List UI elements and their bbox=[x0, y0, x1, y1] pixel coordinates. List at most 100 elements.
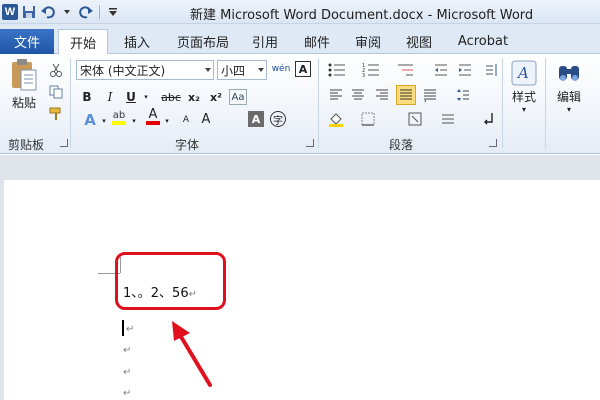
sort-icon[interactable] bbox=[484, 62, 500, 78]
shrink-font-text: A bbox=[182, 115, 190, 125]
superscript-button[interactable]: x² bbox=[207, 88, 225, 106]
editing-button[interactable]: 编辑 ▾ bbox=[552, 60, 586, 114]
editing-label: 编辑 bbox=[556, 90, 581, 104]
paste-icon bbox=[12, 59, 37, 91]
word-logo-icon[interactable]: W bbox=[2, 4, 18, 20]
align-center-icon[interactable] bbox=[350, 87, 366, 103]
annotation-highlight-box bbox=[115, 252, 226, 310]
tab-review[interactable]: 审阅 bbox=[348, 29, 388, 54]
show-hide-marks-icon[interactable] bbox=[480, 111, 496, 127]
paste-button[interactable]: 粘贴 bbox=[6, 58, 42, 111]
copy-icon[interactable] bbox=[48, 84, 64, 100]
chevron-down-icon: ▾ bbox=[521, 105, 526, 114]
underline-dropdown-icon[interactable]: ▾ bbox=[142, 88, 150, 106]
qat-separator bbox=[99, 5, 100, 19]
chevron-down-icon bbox=[205, 68, 211, 72]
phonetic-guide-icon[interactable]: wén bbox=[271, 61, 291, 77]
tab-file[interactable]: 文件 bbox=[0, 29, 54, 54]
highlight-dropdown-icon[interactable]: ▾ bbox=[130, 112, 138, 130]
font-size-value: 小四 bbox=[221, 63, 246, 78]
format-painter-icon[interactable] bbox=[48, 106, 64, 122]
paragraph-group-label: 段落 bbox=[389, 138, 414, 152]
window-title: 新建 Microsoft Word Document.docx - Micros… bbox=[190, 8, 534, 23]
text-effects-icon[interactable]: A bbox=[80, 111, 100, 129]
redo-icon[interactable] bbox=[78, 4, 94, 20]
font-name-value: 宋体 (中文正文) bbox=[80, 63, 166, 78]
highlight-text: ab bbox=[112, 110, 126, 121]
clear-formatting-text: Aa bbox=[231, 91, 245, 103]
subscript-button[interactable]: x₂ bbox=[185, 88, 203, 106]
font-color-text: A bbox=[148, 107, 158, 122]
document-page[interactable] bbox=[4, 180, 600, 400]
cut-icon[interactable] bbox=[48, 62, 64, 78]
title-bar: W 新建 Microsoft Word Document.docx - Micr… bbox=[0, 0, 600, 24]
strikethrough-button[interactable]: abc bbox=[160, 88, 182, 106]
font-color-swatch bbox=[146, 121, 160, 125]
decrease-indent-icon[interactable] bbox=[433, 62, 449, 78]
character-border-text: A bbox=[298, 62, 308, 76]
enclose-characters-icon[interactable]: 字 bbox=[270, 111, 286, 127]
highlight-icon[interactable]: ab bbox=[110, 110, 128, 126]
styles-button[interactable]: A 样式 ▾ bbox=[508, 60, 540, 114]
undo-icon[interactable] bbox=[40, 4, 56, 20]
line-spacing-icon[interactable] bbox=[455, 87, 471, 103]
paragraph-launcher-icon[interactable] bbox=[489, 139, 497, 147]
text-cursor bbox=[122, 320, 124, 336]
tab-mailings[interactable]: 邮件 bbox=[297, 29, 337, 54]
highlight-swatch bbox=[112, 121, 126, 125]
annotation-arrow-icon bbox=[172, 321, 212, 387]
font-name-combo[interactable]: 宋体 (中文正文) bbox=[76, 60, 214, 80]
group-divider bbox=[318, 58, 319, 148]
distributed-icon[interactable] bbox=[422, 87, 438, 103]
chevron-down-icon: ▾ bbox=[566, 105, 571, 114]
font-color-dropdown-icon[interactable]: ▾ bbox=[163, 112, 171, 130]
character-shading-icon[interactable]: A bbox=[248, 111, 264, 127]
group-divider bbox=[70, 58, 71, 148]
clipboard-launcher-icon[interactable] bbox=[60, 139, 68, 147]
font-group-label: 字体 bbox=[175, 138, 200, 152]
enclose-characters-text: 字 bbox=[273, 115, 283, 127]
font-size-combo[interactable]: 小四 bbox=[217, 60, 267, 80]
text-effects-dropdown-icon[interactable]: ▾ bbox=[100, 112, 108, 130]
bold-button[interactable]: B bbox=[80, 88, 94, 106]
paragraph-mark: ↵ bbox=[123, 345, 132, 356]
svg-text:3: 3 bbox=[362, 73, 365, 77]
styles-icon: A bbox=[511, 60, 537, 86]
paste-label: 粘贴 bbox=[11, 96, 36, 110]
chevron-down-icon bbox=[258, 68, 264, 72]
phonetic-guide-text: wén bbox=[271, 64, 291, 74]
customize-icon[interactable] bbox=[105, 4, 121, 20]
quick-access-toolbar: W bbox=[2, 2, 121, 22]
increase-indent-icon[interactable] bbox=[457, 62, 473, 78]
tab-acrobat[interactable]: Acrobat bbox=[451, 29, 515, 54]
clear-formatting-icon[interactable]: Aa bbox=[229, 89, 247, 105]
svg-text:A: A bbox=[516, 64, 529, 82]
character-border-icon[interactable]: A bbox=[295, 61, 311, 77]
font-launcher-icon[interactable] bbox=[306, 139, 314, 147]
undo-dropdown-icon[interactable] bbox=[59, 4, 75, 20]
ribbon: 粘贴 剪贴板 宋体 (中文正文) 小四 wén A B I U ▾ abc x₂… bbox=[0, 54, 600, 154]
shading-icon[interactable] bbox=[328, 111, 344, 127]
justify-icon[interactable] bbox=[396, 85, 416, 105]
tab-references[interactable]: 引用 bbox=[245, 29, 285, 54]
grow-font-icon[interactable]: A bbox=[198, 111, 214, 127]
tab-insert[interactable]: 插入 bbox=[115, 29, 159, 54]
tab-page-layout[interactable]: 页面布局 bbox=[168, 29, 238, 54]
borders-icon[interactable] bbox=[360, 111, 376, 127]
asian-layout-icon[interactable] bbox=[407, 111, 423, 127]
numbering-icon[interactable]: 123 bbox=[360, 62, 382, 78]
align-right-icon[interactable] bbox=[374, 87, 390, 103]
grow-font-text: A bbox=[201, 111, 211, 127]
tab-home[interactable]: 开始 bbox=[58, 29, 108, 55]
save-icon[interactable] bbox=[21, 4, 37, 20]
align-left-icon[interactable] bbox=[328, 87, 344, 103]
underline-button[interactable]: U bbox=[124, 88, 138, 106]
multilevel-list-icon[interactable] bbox=[394, 62, 416, 78]
bullets-icon[interactable] bbox=[326, 62, 348, 78]
italic-button[interactable]: I bbox=[103, 88, 117, 106]
group-divider bbox=[545, 58, 546, 148]
chinese-layout-icon[interactable] bbox=[440, 111, 456, 127]
font-color-icon[interactable]: A bbox=[145, 107, 161, 125]
tab-view[interactable]: 视图 bbox=[399, 29, 439, 54]
shrink-font-icon[interactable]: A bbox=[178, 112, 194, 128]
